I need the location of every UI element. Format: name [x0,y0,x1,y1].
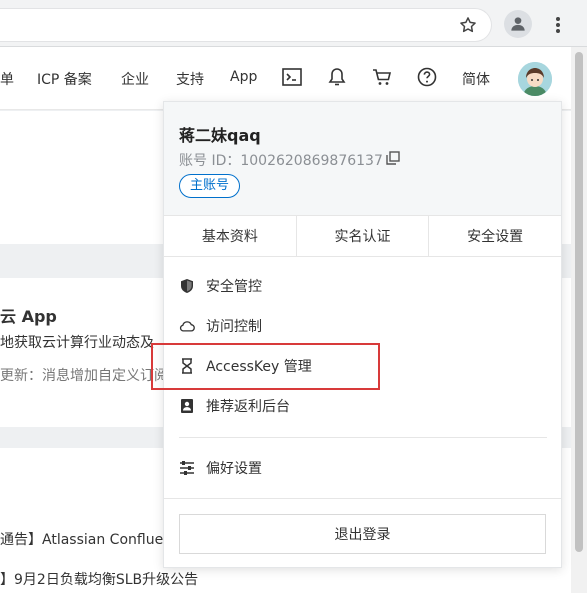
help-icon[interactable] [416,66,438,88]
nav-item-enterprise[interactable]: 企业 [121,69,149,89]
app-card-desc: 地获取云计算行业动态及 [0,335,154,351]
cart-icon[interactable] [371,66,393,88]
profile-icon[interactable] [504,10,532,38]
terminal-icon[interactable] [281,66,303,88]
menu-item-preferences[interactable]: 偏好设置 [164,448,561,488]
menu-divider [164,498,561,499]
main-account-badge: 主账号 [179,174,241,198]
star-icon[interactable] [456,13,480,37]
nav-item-support[interactable]: 支持 [176,69,204,89]
menu-label: 访问控制 [206,319,262,335]
id-card-icon [179,398,195,414]
app-card-update: 更新：消息增加自定义订阅 [0,368,168,384]
nav-item-app[interactable]: App [230,69,257,85]
account-tabs: 基本资料 实名认证 安全设置 [164,215,561,257]
menu-divider [179,437,547,438]
account-id-label: 账号 ID： [179,153,241,169]
sliders-icon [179,460,195,476]
scrollbar-thumb[interactable] [575,52,583,552]
browser-toolbar [0,0,587,47]
copy-icon[interactable] [386,150,402,166]
user-avatar[interactable] [518,62,552,96]
menu-label: 推荐返利后台 [206,399,290,415]
address-bar[interactable] [0,8,492,42]
cloud-icon [179,318,195,334]
logout-button[interactable]: 退出登录 [179,514,546,554]
tab-basic-info[interactable]: 基本资料 [164,216,297,256]
language-switch[interactable]: 简体 [462,69,490,89]
menu-label: 安全管控 [206,279,262,295]
news-item[interactable]: 通告】Atlassian Confluen [0,529,172,549]
menu-item-referral[interactable]: 推荐返利后台 [164,386,561,426]
kebab-menu-icon[interactable] [548,13,568,37]
tab-security-settings[interactable]: 安全设置 [429,216,561,256]
username: 蒋二妹qaq [179,126,261,145]
nav-item-menu[interactable]: 单 [0,69,14,89]
tab-real-name[interactable]: 实名认证 [297,216,430,256]
account-id-value: 1002620869876137 [240,153,383,169]
menu-item-security-control[interactable]: 安全管控 [164,266,561,306]
menu-item-access-control[interactable]: 访问控制 [164,306,561,346]
news-item[interactable]: 】9月2日负载均衡SLB升级公告 [0,569,198,589]
account-dropdown: 蒋二妹qaq 账号 ID：1002620869876137 主账号 基本资料 实… [163,101,562,568]
account-id: 账号 ID：1002620869876137 [179,150,383,170]
bell-icon[interactable] [326,66,348,88]
menu-label: 偏好设置 [206,461,262,477]
app-card-title: 云 App [0,307,57,326]
account-summary: 蒋二妹qaq 账号 ID：1002620869876137 主账号 [164,102,561,215]
nav-item-icp[interactable]: ICP 备案 [37,69,92,89]
shield-icon [179,278,195,294]
highlight-annotation [151,343,380,390]
